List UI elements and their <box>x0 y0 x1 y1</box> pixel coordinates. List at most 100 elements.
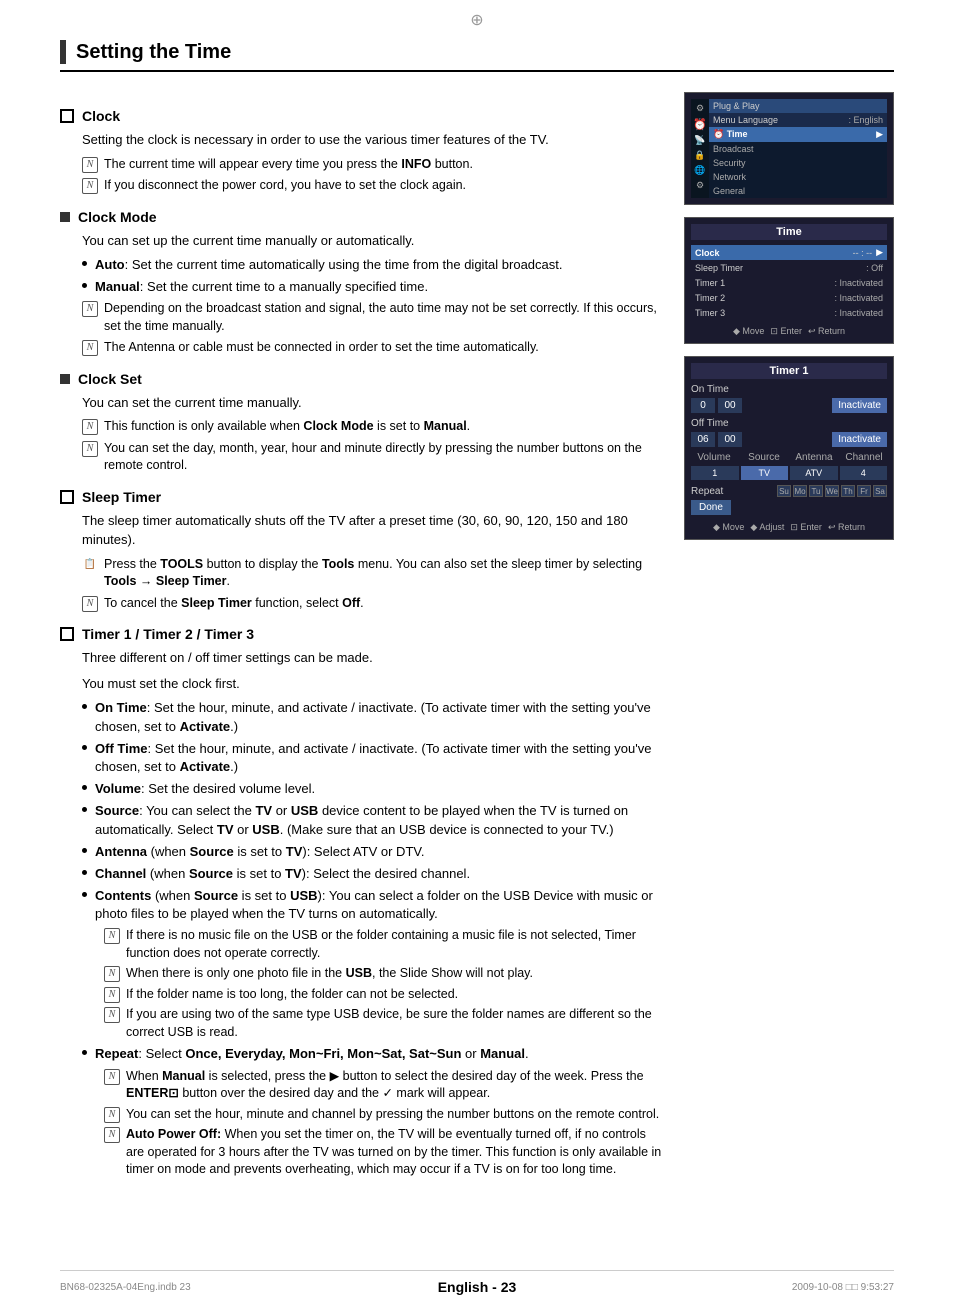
timer-bullet-offtime: Off Time: Set the hour, minute, and acti… <box>82 740 664 776</box>
timer1-title: Timer 1 <box>691 363 887 379</box>
sleep-note-1: N To cancel the Sleep Timer function, se… <box>82 595 664 613</box>
bullet-dot-2 <box>82 283 87 288</box>
text-content: Clock Setting the clock is necessary in … <box>60 92 664 1182</box>
off-hour: 06 <box>691 432 715 447</box>
clockmode-note-1: N Depending on the broadcast station and… <box>82 300 664 335</box>
note-icon-14: N <box>104 1127 120 1143</box>
screenshot-menu2-title: Time <box>691 224 887 240</box>
off-min: 00 <box>718 432 742 447</box>
day-sun: Su <box>777 485 791 497</box>
topic-clockset-heading: Clock Set <box>60 371 664 387</box>
footer-right: 2009-10-08 □□ 9:53:27 <box>792 1282 894 1293</box>
topic-sleep-title: Sleep Timer <box>82 489 161 505</box>
content-area: Clock Setting the clock is necessary in … <box>60 92 894 1182</box>
repeat-note-1: N When Manual is selected, press the ▶ b… <box>104 1068 664 1103</box>
topic-timer-body1: Three different on / off timer settings … <box>82 648 664 668</box>
repeat-row: Repeat Su Mo Tu We Th Fr Sa <box>691 485 887 497</box>
bullet-dot-10 <box>82 1050 87 1055</box>
timer-bullet-repeat: Repeat: Select Once, Everyday, Mon~Fri, … <box>82 1045 664 1063</box>
reminder-icon-1: 📋 <box>82 557 98 573</box>
note-icon-9: N <box>104 966 120 982</box>
clockset-note-1: N This function is only available when C… <box>82 418 664 436</box>
off-time-inputs: 06 00 Inactivate <box>691 432 887 447</box>
topic-clock-body: Setting the clock is necessary in order … <box>82 130 664 150</box>
on-inactivate: Inactivate <box>832 398 887 413</box>
checkbox-icon-3 <box>60 627 74 641</box>
clockset-note-2: N You can set the day, month, year, hour… <box>82 440 664 475</box>
off-inactivate: Inactivate <box>832 432 887 447</box>
off-time-label: Off Time <box>691 418 887 429</box>
bullet-dot-9 <box>82 892 87 897</box>
topic-clock-title: Clock <box>82 108 120 124</box>
square-icon-1 <box>60 212 70 222</box>
day-fri: Fr <box>857 485 871 497</box>
repeat-note-3: N Auto Power Off: When you set the timer… <box>104 1126 664 1179</box>
bullet-dot-5 <box>82 785 87 790</box>
source-val: TV <box>741 466 789 480</box>
note-icon-6: N <box>82 441 98 457</box>
on-hour: 0 <box>691 398 715 413</box>
day-sat: Sa <box>873 485 887 497</box>
footer-left: BN68-02325A-04Eng.indb 23 <box>60 1282 191 1293</box>
checkbox-icon <box>60 109 74 123</box>
topic-clockset-title: Clock Set <box>78 371 142 387</box>
timer-bullet-ontime: On Time: Set the hour, minute, and activ… <box>82 699 664 735</box>
bullet-dot-4 <box>82 745 87 750</box>
antenna-val: ATV <box>790 466 838 480</box>
topic-timer-title: Timer 1 / Timer 2 / Timer 3 <box>82 626 254 642</box>
clock-note-2: N If you disconnect the power cord, you … <box>82 177 664 195</box>
repeat-note-2: N You can set the hour, minute and chann… <box>104 1106 664 1124</box>
day-thu: Th <box>841 485 855 497</box>
contents-note-2: N When there is only one photo file in t… <box>104 965 664 983</box>
timer-bullet-channel: Channel (when Source is set to TV): Sele… <box>82 865 664 883</box>
topic-clockset-body: You can set the current time manually. <box>82 393 664 413</box>
note-icon-1: N <box>82 157 98 173</box>
day-wed: We <box>825 485 839 497</box>
note-icon-5: N <box>82 419 98 435</box>
day-mon: Mo <box>793 485 807 497</box>
note-icon-13: N <box>104 1107 120 1123</box>
timer-bullet-source: Source: You can select the TV or USB dev… <box>82 802 664 838</box>
note-icon-11: N <box>104 1007 120 1023</box>
bullet-dot-1 <box>82 261 87 266</box>
note-icon-7: N <box>82 596 98 612</box>
done-button[interactable]: Done <box>691 500 731 515</box>
contents-note-1: N If there is no music file on the USB o… <box>104 927 664 962</box>
timer-bullet-volume: Volume: Set the desired volume level. <box>82 780 664 798</box>
timer-bullet-contents: Contents (when Source is set to USB): Yo… <box>82 887 664 923</box>
screenshot-timer1: Timer 1 On Time 0 00 Inactivate Off Time… <box>684 356 894 540</box>
sleep-reminder: 📋 Press the TOOLS button to display the … <box>82 556 664 591</box>
timer1-nav: ◆ Move◆ Adjust⊡ Enter↩ Return <box>691 522 887 533</box>
on-min: 00 <box>718 398 742 413</box>
topic-clock-heading: Clock <box>60 108 664 124</box>
section-title: Setting the Time <box>76 41 231 64</box>
topic-clockmode-heading: Clock Mode <box>60 209 664 225</box>
section-labels-row: Volume Source Antenna Channel <box>691 452 887 463</box>
bullet-dot-6 <box>82 807 87 812</box>
bullet-dot-3 <box>82 704 87 709</box>
bullet-dot-8 <box>82 870 87 875</box>
channel-val: 4 <box>840 466 888 480</box>
menu2-nav: ◆ Move⊡ Enter↩ Return <box>691 326 887 337</box>
section-values-row: 1 TV ATV 4 <box>691 466 887 480</box>
contents-note-4: N If you are using two of the same type … <box>104 1006 664 1041</box>
square-icon-2 <box>60 374 70 384</box>
day-boxes: Su Mo Tu We Th Fr Sa <box>777 485 887 497</box>
note-icon-4: N <box>82 340 98 356</box>
note-icon-12: N <box>104 1069 120 1085</box>
timer-bullet-antenna: Antenna (when Source is set to TV): Sele… <box>82 843 664 861</box>
page-footer: BN68-02325A-04Eng.indb 23 English - 23 2… <box>60 1270 894 1295</box>
clockmode-bullet-auto: Auto: Set the current time automatically… <box>82 256 664 274</box>
day-tue: Tu <box>809 485 823 497</box>
footer-center: English - 23 <box>438 1279 517 1295</box>
clockmode-bullet-manual: Manual: Set the current time to a manual… <box>82 278 664 296</box>
bullet-dot-7 <box>82 848 87 853</box>
topic-clockmode-body: You can set up the current time manually… <box>82 231 664 251</box>
on-time-label: On Time <box>691 384 887 395</box>
vol-val: 1 <box>691 466 739 480</box>
note-icon-8: N <box>104 928 120 944</box>
clockmode-note-2: N The Antenna or cable must be connected… <box>82 339 664 357</box>
header-bar-icon <box>60 40 66 64</box>
screenshot-menu2: Time Clock -- : -- ▶ Sleep Timer: Off Ti… <box>684 217 894 344</box>
topic-timer-heading: Timer 1 / Timer 2 / Timer 3 <box>60 626 664 642</box>
